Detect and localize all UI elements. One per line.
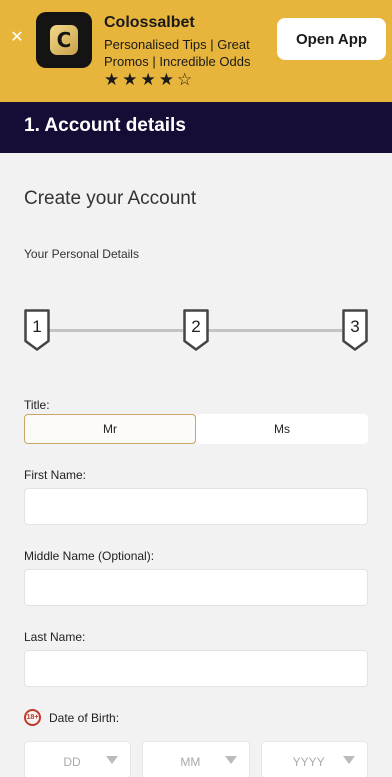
- chevron-down-icon: [342, 756, 355, 764]
- step-2: 2: [183, 309, 209, 351]
- star-filled-icon: ★: [158, 70, 174, 90]
- dob-year-select[interactable]: YYYY: [260, 741, 368, 777]
- app-tagline: Personalised Tips | Great Promos | Incre…: [104, 37, 251, 69]
- stepper-line: [208, 329, 342, 332]
- middle-name-field[interactable]: [24, 569, 368, 606]
- step-number: 2: [191, 317, 201, 336]
- open-app-button[interactable]: Open App: [277, 18, 386, 60]
- star-empty-icon: ☆: [177, 70, 193, 90]
- step-1: 1: [24, 309, 50, 351]
- dob-day-placeholder: DD: [63, 755, 81, 769]
- subsection-title: Your Personal Details: [24, 247, 139, 261]
- dob-row: DD MM YYYY: [24, 741, 368, 777]
- step-number: 3: [350, 317, 360, 336]
- title-toggle: Mr Ms: [24, 414, 368, 444]
- last-name-label: Last Name:: [24, 630, 86, 644]
- age-restriction-icon: 18+: [24, 709, 41, 726]
- chevron-down-icon: [106, 756, 119, 764]
- section-header: 1. Account details: [0, 102, 392, 153]
- dob-month-placeholder: MM: [180, 755, 201, 769]
- logo-coin-icon: C: [50, 25, 78, 55]
- star-filled-icon: ★: [140, 70, 156, 90]
- close-icon[interactable]: ✕: [8, 28, 26, 46]
- progress-stepper: 1 2 3: [24, 309, 368, 351]
- star-filled-icon: ★: [104, 70, 120, 90]
- dob-day-select[interactable]: DD: [24, 741, 132, 777]
- star-filled-icon: ★: [122, 70, 138, 90]
- first-name-label: First Name:: [24, 468, 87, 482]
- app-banner: ✕ C Colossalbet Personalised Tips | Grea…: [0, 0, 392, 102]
- dob-label: Date of Birth:: [49, 711, 120, 725]
- title-option-ms[interactable]: Ms: [196, 414, 368, 444]
- step-3: 3: [342, 309, 368, 351]
- step-number: 1: [32, 317, 42, 336]
- rating-stars: ★ ★ ★ ★ ☆: [104, 71, 192, 89]
- app-logo: C: [36, 12, 92, 68]
- middle-name-label: Middle Name (Optional):: [24, 549, 155, 563]
- title-label: Title:: [24, 398, 50, 412]
- page-title: Create your Account: [24, 188, 197, 209]
- dob-year-placeholder: YYYY: [292, 755, 325, 769]
- stepper-line: [49, 329, 183, 332]
- chevron-down-icon: [224, 756, 237, 764]
- app-name: Colossalbet: [104, 14, 195, 31]
- dob-month-select[interactable]: MM: [142, 741, 250, 777]
- first-name-field[interactable]: [24, 488, 368, 525]
- title-option-mr[interactable]: Mr: [24, 414, 196, 444]
- last-name-field[interactable]: [24, 650, 368, 687]
- section-title: 1. Account details: [24, 115, 186, 136]
